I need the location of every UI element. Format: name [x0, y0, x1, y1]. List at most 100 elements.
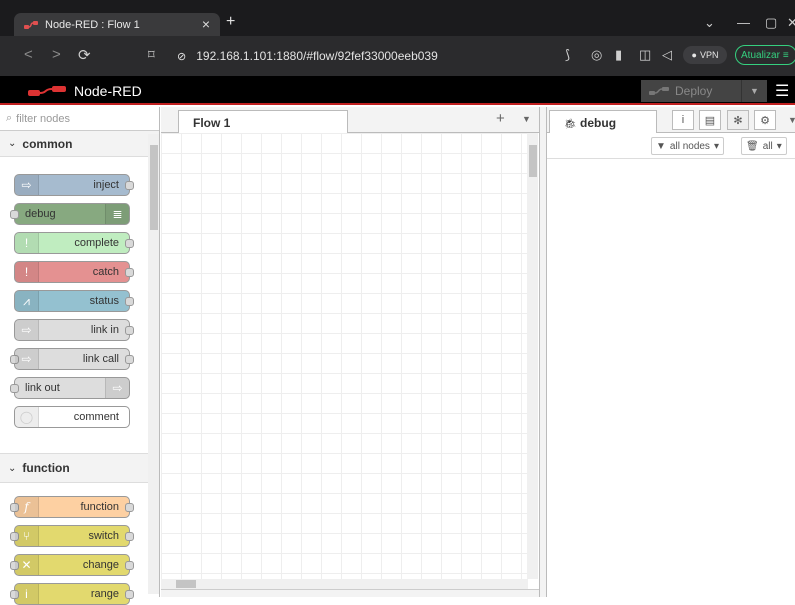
output-port: [125, 561, 134, 570]
palette-node-catch[interactable]: ! catch: [14, 261, 134, 283]
arrow-icon: ⇨: [15, 175, 39, 195]
tabs-icon[interactable]: ◫: [639, 47, 651, 63]
sidebar-icon[interactable]: ▮: [615, 47, 622, 63]
palette-node-function[interactable]: f function: [10, 496, 134, 518]
deploy-main-button[interactable]: Deploy: [641, 80, 741, 102]
book-icon[interactable]: ▤: [699, 110, 721, 130]
vpn-icon: ●: [691, 50, 697, 60]
browser-tab[interactable]: Node-RED : Flow 1 ×: [14, 13, 220, 36]
palette-node-comment[interactable]: ◯ comment: [14, 406, 130, 428]
node-red-logo: Node-RED: [28, 83, 142, 99]
palette-node-status[interactable]: ⩘ status: [14, 290, 134, 312]
node-red-logo-icon: [28, 86, 66, 96]
exclamation-icon: !: [15, 233, 39, 253]
tab-list-icon[interactable]: ⌄: [704, 15, 715, 31]
browser-tab-title: Node-RED : Flow 1: [45, 18, 140, 31]
workspace-footer: [161, 589, 539, 597]
main-menu-icon[interactable]: ☰: [775, 81, 789, 101]
input-port: [10, 384, 19, 393]
node-red-header: Node-RED Deploy ▼ ☰: [0, 76, 795, 105]
sidebar-resize-handle[interactable]: [539, 107, 547, 597]
workspace-tab-bar: Flow 1 + ▼: [161, 107, 539, 133]
url-text: 192.168.1.101:1880/#flow/92fef33000eeb03…: [196, 49, 438, 63]
tab-debug[interactable]: 🐞︎ debug: [549, 110, 657, 133]
function-icon: f: [15, 497, 39, 517]
palette-node-link-in[interactable]: ⇨ link in: [14, 319, 134, 341]
palette-node-link-call[interactable]: ⇨ link call: [10, 348, 134, 370]
output-port: [125, 297, 134, 306]
canvas-horizontal-scrollbar[interactable]: [161, 579, 528, 589]
forward-icon[interactable]: >: [52, 46, 61, 63]
category-function-body: f function ⑂ switch ✕ change i range: [0, 483, 159, 605]
debug-toolbar: ▼ all nodes ▾ 🗑︎ all ▾: [547, 133, 795, 159]
category-common-body: ⇨ inject debug ≣ ! complete ! catch ⩘ status …: [0, 157, 159, 453]
link-icon: ⇨: [105, 378, 129, 398]
debug-messages-area: [547, 159, 795, 597]
add-flow-icon[interactable]: +: [496, 110, 505, 127]
canvas-vertical-scrollbar-thumb[interactable]: [529, 145, 537, 177]
exclamation-icon: !: [15, 262, 39, 282]
vpn-badge[interactable]: ● VPN: [683, 46, 727, 64]
output-port: [125, 239, 134, 248]
bookmark-icon[interactable]: ⌑: [148, 47, 155, 63]
canvas-horizontal-scrollbar-thumb[interactable]: [176, 580, 196, 588]
back-icon[interactable]: <: [24, 46, 33, 63]
info-icon[interactable]: i: [672, 110, 694, 130]
output-port: [125, 326, 134, 335]
canvas-vertical-scrollbar[interactable]: [527, 133, 538, 579]
output-port: [125, 181, 134, 190]
deploy-button[interactable]: Deploy ▼: [641, 80, 779, 102]
palette-node-link-out[interactable]: link out ⇨: [10, 377, 130, 399]
send-icon[interactable]: ◁: [662, 47, 672, 63]
window-close-icon[interactable]: ✕: [787, 15, 795, 31]
reload-icon[interactable]: ⟳: [78, 46, 91, 64]
browser-toolbar: < > ⟳ ⌑ ⊘ 192.168.1.101:1880/#flow/92fef…: [0, 36, 795, 76]
wallet-icon[interactable]: ◎: [591, 47, 602, 63]
palette-scrollbar-thumb[interactable]: [150, 145, 158, 230]
filter-nodes-input[interactable]: ⌕ filter nodes: [0, 107, 159, 131]
debug-clear-button[interactable]: 🗑︎ all ▾: [741, 137, 787, 155]
close-tab-icon[interactable]: ×: [202, 16, 210, 32]
category-common-header[interactable]: ⌄ common: [0, 131, 159, 157]
palette-node-range[interactable]: i range: [10, 583, 134, 605]
link-icon: ⇨: [15, 349, 39, 369]
debug-tab-icon[interactable]: ✻: [727, 110, 749, 130]
change-icon: ✕: [15, 555, 39, 575]
palette-node-complete[interactable]: ! complete: [14, 232, 134, 254]
deploy-label: Deploy: [675, 84, 713, 98]
category-function-header[interactable]: ⌄ function: [0, 453, 159, 483]
palette: ⌕ filter nodes ⌄ common ⇨ inject debug ≣ ! c…: [0, 107, 160, 605]
deploy-options-caret-icon[interactable]: ▼: [741, 80, 767, 102]
palette-node-switch[interactable]: ⑂ switch: [10, 525, 134, 547]
extension-icon[interactable]: ⟆: [565, 47, 570, 63]
output-port: [125, 268, 134, 277]
palette-node-inject[interactable]: ⇨ inject: [14, 174, 134, 196]
palette-node-change[interactable]: ✕ change: [10, 554, 134, 576]
trash-icon: 🗑︎: [746, 140, 759, 152]
address-bar[interactable]: ⊘ 192.168.1.101:1880/#flow/92fef33000eeb…: [177, 45, 537, 67]
output-port: [125, 355, 134, 364]
chevron-down-icon: ⌄: [8, 138, 17, 149]
flow-canvas[interactable]: [161, 133, 528, 579]
new-tab-icon[interactable]: +: [226, 13, 235, 31]
palette-node-debug[interactable]: debug ≣: [10, 203, 130, 225]
output-port: [125, 590, 134, 599]
list-icon: ≣: [105, 204, 129, 224]
config-gear-icon[interactable]: ⚙: [754, 110, 776, 130]
output-port: [125, 503, 134, 512]
site-info-icon[interactable]: ⊘: [177, 50, 186, 63]
menu-icon: ≡: [782, 49, 789, 61]
maximize-icon[interactable]: ▢: [765, 15, 777, 31]
update-button[interactable]: Atualizar ≡: [735, 45, 795, 65]
minimize-icon[interactable]: —: [737, 15, 750, 30]
workspace: Flow 1 + ▼: [161, 107, 539, 597]
comment-icon: ◯: [15, 407, 39, 427]
sidebar-more-caret-icon[interactable]: ▼: [788, 115, 795, 125]
tab-flow-1[interactable]: Flow 1: [178, 110, 348, 133]
output-port: [125, 532, 134, 541]
search-icon: ⌕: [6, 112, 13, 124]
debug-filter-nodes-button[interactable]: ▼ all nodes ▾: [651, 137, 724, 155]
filter-placeholder: filter nodes: [16, 112, 70, 125]
flow-list-caret-icon[interactable]: ▼: [522, 114, 531, 124]
browser-tab-bar: Node-RED : Flow 1 × + ⌄ — ▢ ✕: [0, 0, 795, 36]
